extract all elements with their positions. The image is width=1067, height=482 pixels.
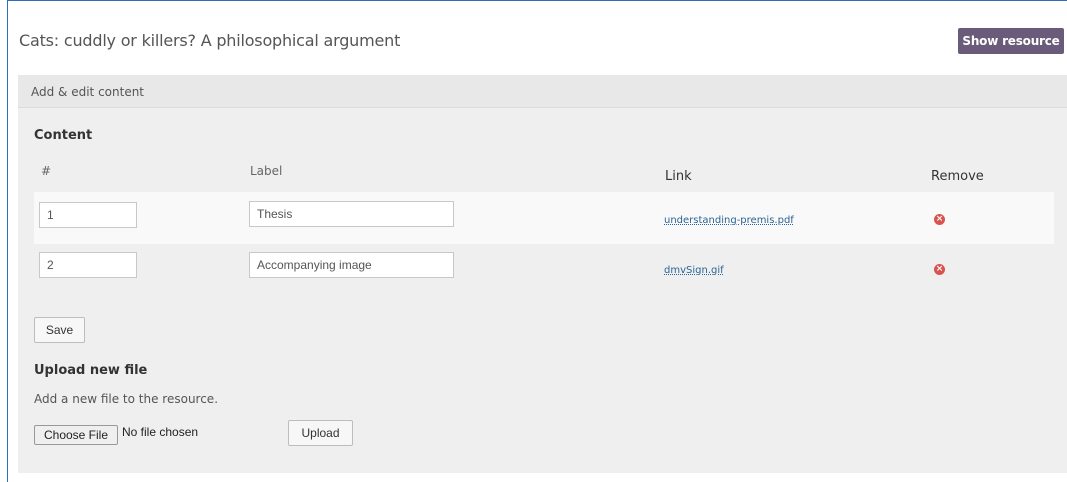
- row-label-input[interactable]: Accompanying image: [249, 252, 454, 278]
- file-link[interactable]: understanding-premis.pdf: [664, 215, 794, 226]
- panel-header-title: Add & edit content: [31, 85, 145, 99]
- window-border-left: [7, 0, 8, 482]
- table-row: 1 Thesis understanding-premis.pdf ×: [34, 192, 1054, 244]
- remove-icon[interactable]: ×: [934, 214, 945, 225]
- page-title: Cats: cuddly or killers? A philosophical…: [19, 31, 401, 50]
- upload-section-title: Upload new file: [34, 363, 148, 378]
- show-resource-button[interactable]: Show resource: [958, 28, 1064, 54]
- panel-header: Add & edit content: [18, 75, 1067, 108]
- row-label-input[interactable]: Thesis: [249, 201, 454, 227]
- column-header-number: #: [41, 164, 52, 178]
- save-button[interactable]: Save: [34, 317, 85, 343]
- column-header-label: Label: [250, 164, 283, 178]
- row-number-input[interactable]: 1: [39, 202, 137, 228]
- column-header-remove: Remove: [931, 169, 984, 184]
- remove-icon[interactable]: ×: [934, 264, 945, 275]
- window-border-top: [7, 0, 1067, 1]
- upload-description: Add a new file to the resource.: [34, 392, 219, 406]
- row-number-input[interactable]: 2: [39, 252, 137, 278]
- column-header-link: Link: [665, 169, 692, 184]
- table-row: 2 Accompanying image dmvSign.gif ×: [34, 244, 1054, 296]
- file-link[interactable]: dmvSign.gif: [664, 265, 724, 276]
- choose-file-button[interactable]: Choose File: [34, 425, 118, 445]
- content-panel: Add & edit content Content # Label Link …: [18, 75, 1067, 473]
- upload-button[interactable]: Upload: [288, 420, 353, 446]
- no-file-chosen-text: No file chosen: [122, 425, 199, 439]
- content-section-title: Content: [34, 128, 93, 143]
